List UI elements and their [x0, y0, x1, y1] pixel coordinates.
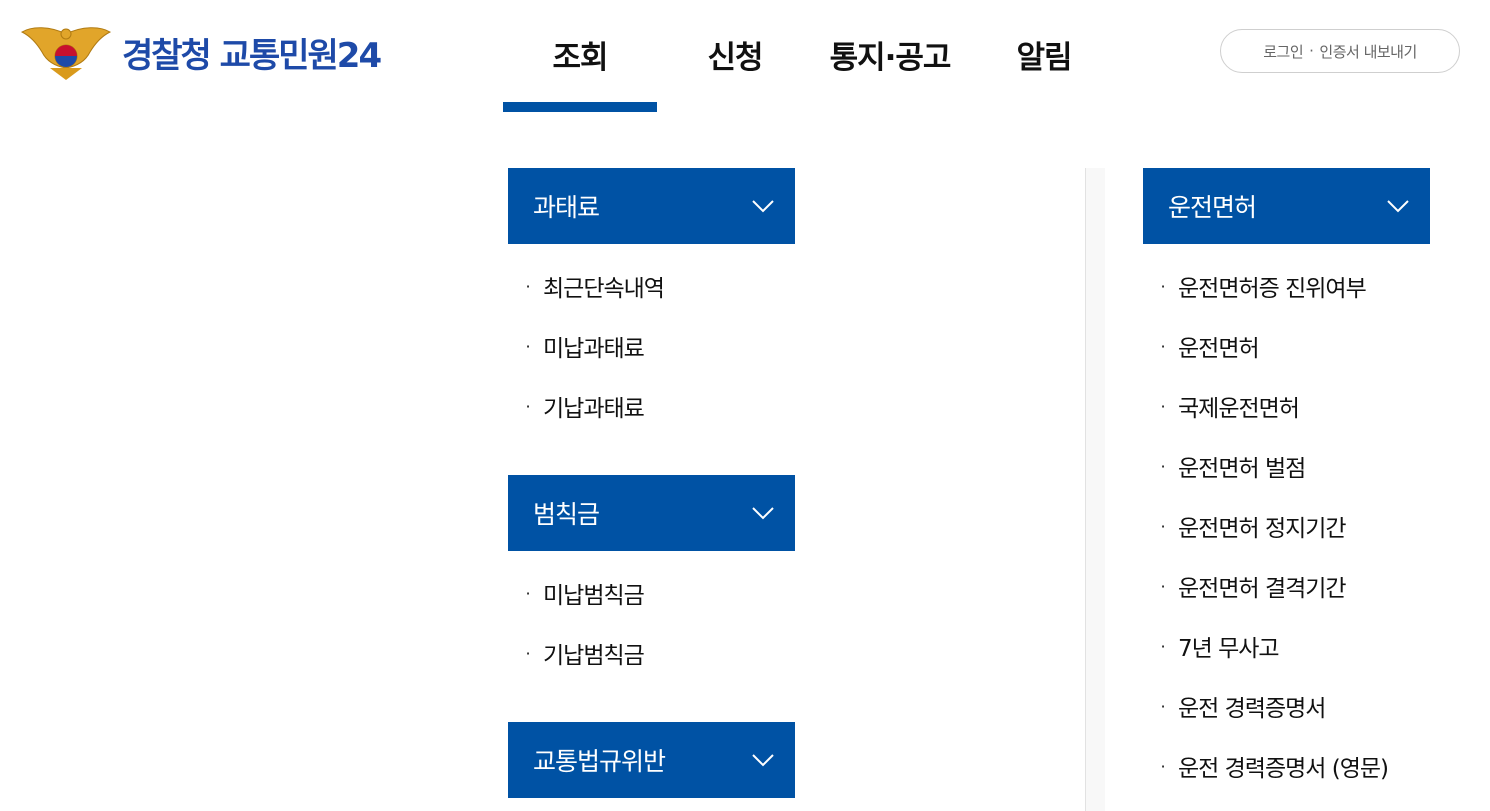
chevron-down-icon [752, 200, 774, 213]
list-item[interactable]: · 국제운전면허 [1143, 376, 1388, 436]
list-item[interactable]: · 운전면허 벌점 [1143, 436, 1388, 496]
brand-name: 경찰청 교통민원24 [122, 35, 382, 76]
list-item[interactable]: · 운전 경력증명서 (영문) [1143, 736, 1389, 796]
login-button[interactable]: 로그인 · 인증서 내보내기 [1220, 29, 1460, 73]
nav-tab-apply[interactable]: 신청 [657, 0, 813, 112]
menu-header-penalty[interactable]: 범칙금 [508, 475, 795, 551]
chevron-down-icon [1387, 200, 1409, 213]
menu-header-penalty-title: 범칙금 [533, 500, 600, 529]
menu-header-license[interactable]: 운전면허 [1143, 168, 1430, 244]
login-separator: · [1309, 42, 1314, 60]
list-item[interactable]: · 운전면허증 진위여부 [1143, 256, 1388, 316]
site-logo[interactable]: 경찰청 교통민원24 [20, 22, 382, 82]
menu-header-license-title: 운전면허 [1168, 193, 1257, 222]
login-label: 로그인 [1263, 42, 1304, 61]
menu-header-fine-title: 과태료 [533, 193, 600, 222]
menu-header-violation-title: 교통법규위반 [533, 747, 666, 776]
nav-tab-alert[interactable]: 알림 [967, 0, 1121, 112]
license-list: · 운전면허증 진위여부 · 운전면허 · 국제운전면허 · 운전면허 벌점 · 운전면허… [1143, 256, 1389, 796]
fine-list: · 최근단속내역 · 미납과태료 · 기납과태료 [508, 256, 665, 436]
menu-header-violation[interactable]: 교통법규위반 [508, 722, 795, 798]
police-emblem-icon [20, 27, 112, 80]
chevron-down-icon [752, 507, 774, 520]
menu-header-fine[interactable]: 과태료 [508, 168, 795, 244]
list-item[interactable]: · 최근단속내역 [508, 256, 665, 316]
penalty-list: · 미납범칙금 · 기납범칙금 [508, 563, 644, 683]
list-item[interactable]: · 운전면허 [1143, 316, 1388, 376]
chevron-down-icon [752, 754, 774, 767]
list-item[interactable]: · 미납과태료 [508, 316, 664, 376]
list-item[interactable]: · 운전면허 결격기간 [1143, 556, 1388, 616]
list-item[interactable]: · 운전면허 정지기간 [1143, 496, 1388, 556]
list-item[interactable]: · 기납과태료 [508, 376, 664, 436]
nav-tab-inquiry[interactable]: 조회 [503, 0, 657, 112]
cert-export-label: 인증서 내보내기 [1319, 42, 1417, 61]
main-nav: 조회 신청 통지·공고 알림 [503, 0, 1121, 112]
list-item[interactable]: · 운전 경력증명서 [1143, 676, 1388, 736]
nav-tab-notice[interactable]: 통지·공고 [813, 0, 967, 112]
column-divider [1085, 168, 1105, 811]
list-item[interactable]: · 기납범칙금 [508, 623, 644, 683]
list-item[interactable]: · 미납범칙금 [508, 563, 644, 623]
list-item[interactable]: · 7년 무사고 [1143, 616, 1388, 676]
